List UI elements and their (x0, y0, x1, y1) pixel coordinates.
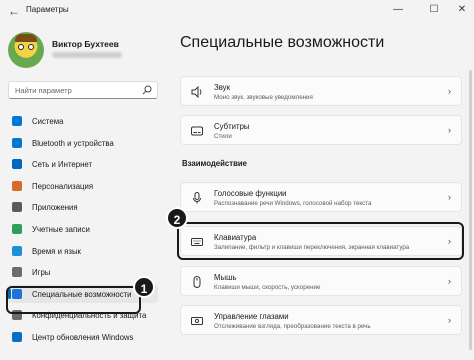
search-input[interactable]: Найти параметр (8, 81, 158, 99)
gamepad-icon (12, 267, 22, 277)
page-title: Специальные возможности (180, 34, 385, 51)
profile-email-blurred (52, 52, 122, 58)
sidebar-item-label: Bluetooth и устройства (32, 139, 114, 148)
card-title: Голосовые функции (214, 189, 287, 198)
card-sound[interactable]: Звук Моно звук, звуковые уведомления › (180, 76, 462, 106)
card-title: Субтитры (214, 122, 250, 131)
bluetooth-icon (12, 138, 22, 148)
globe-icon (12, 246, 22, 256)
card-captions[interactable]: Субтитры Стили › (180, 115, 462, 145)
brush-icon (12, 181, 22, 191)
card-subtitle: Моно звук, звуковые уведомления (214, 94, 313, 101)
eye-control-icon (191, 317, 203, 325)
close-button[interactable]: ✕ (450, 2, 474, 18)
card-voice[interactable]: Голосовые функции Распознавание речи Win… (180, 182, 462, 212)
card-title: Мышь (214, 273, 237, 282)
maximize-button[interactable]: ☐ (422, 2, 446, 18)
sidebar-item[interactable]: Учетные записи (8, 220, 158, 238)
microphone-icon (193, 192, 201, 204)
sidebar-item[interactable]: Система (8, 112, 158, 130)
sidebar-item-label: Персонализация (32, 182, 94, 191)
card-eye-control[interactable]: Управление глазами Отслеживание взгляда,… (180, 305, 462, 335)
sidebar-item-label: Центр обновления Windows (32, 333, 134, 342)
speaker-icon (191, 86, 202, 98)
sidebar-item-label: Приложения (32, 203, 78, 212)
search-placeholder: Найти параметр (15, 86, 72, 95)
step-badge-2: 2 (166, 207, 188, 229)
sidebar-item-label: Учетные записи (32, 225, 90, 234)
avatar (8, 32, 44, 68)
arrow-left-icon[interactable]: ← (6, 3, 22, 19)
sidebar-item[interactable]: Приложения (8, 198, 158, 216)
highlight-frame-accessibility (6, 286, 141, 314)
monitor-icon (12, 116, 22, 126)
sidebar-item-label: Игры (32, 268, 51, 277)
sidebar-item-label: Сеть и Интернет (32, 160, 93, 169)
account-icon (12, 224, 22, 234)
chevron-right-icon: › (448, 315, 451, 325)
search-icon (142, 85, 152, 95)
profile-name: Виктор Бухтеев (52, 39, 119, 49)
sidebar-item[interactable]: Персонализация (8, 177, 158, 195)
user-profile[interactable]: Виктор Бухтеев (8, 32, 164, 70)
update-icon (12, 332, 22, 342)
sidebar-item[interactable]: Сеть и Интернет (8, 155, 158, 173)
step-badge-1: 1 (133, 276, 155, 298)
card-mouse[interactable]: Мышь Клавиши мыши, скорость, ускорение › (180, 266, 462, 296)
mouse-icon (193, 276, 201, 288)
chevron-right-icon: › (448, 276, 451, 286)
card-subtitle: Распознавание речи Windows, голосовой на… (214, 200, 372, 207)
card-subtitle: Стили (214, 133, 232, 140)
chevron-right-icon: › (448, 192, 451, 202)
wifi-icon (12, 159, 22, 169)
chevron-right-icon: › (448, 125, 451, 135)
highlight-frame-keyboard (177, 222, 464, 260)
sidebar-item-label: Система (32, 117, 64, 126)
scrollbar[interactable] (469, 70, 472, 350)
sidebar-item[interactable]: Центр обновления Windows (8, 328, 158, 346)
captions-icon (191, 126, 203, 136)
sidebar-item[interactable]: Время и язык (8, 242, 158, 260)
minimize-button[interactable]: — (386, 2, 410, 18)
card-title: Звук (214, 83, 230, 92)
chevron-right-icon: › (448, 86, 451, 96)
section-label: Взаимодействие (182, 159, 248, 168)
window-title: Параметры (26, 5, 69, 14)
card-title: Управление глазами (214, 312, 289, 321)
apps-icon (12, 202, 22, 212)
card-subtitle: Отслеживание взгляда, преобразование тек… (214, 323, 371, 330)
sidebar-item-label: Время и язык (32, 247, 81, 256)
sidebar-item[interactable]: Bluetooth и устройства (8, 134, 158, 152)
title-bar: ← Параметры — ☐ ✕ (0, 0, 474, 22)
card-subtitle: Клавиши мыши, скорость, ускорение (214, 284, 321, 291)
